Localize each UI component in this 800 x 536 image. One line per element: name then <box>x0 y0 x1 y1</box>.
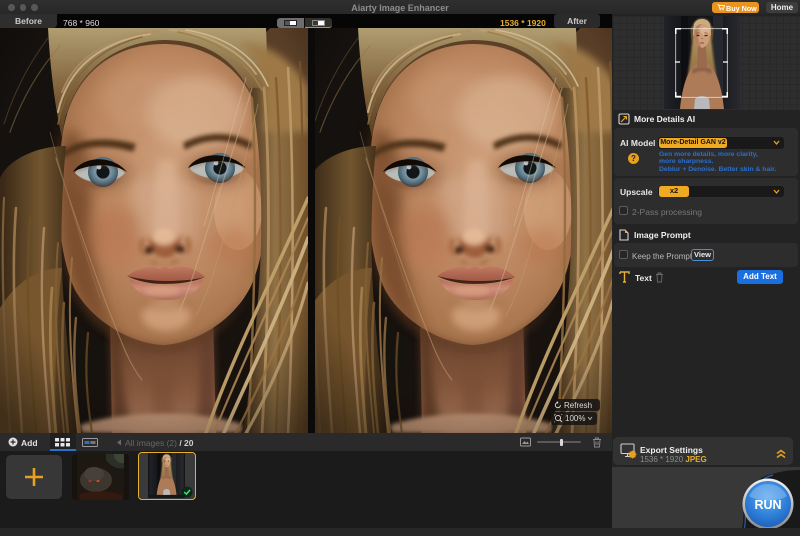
svg-text:RUN: RUN <box>754 498 781 512</box>
